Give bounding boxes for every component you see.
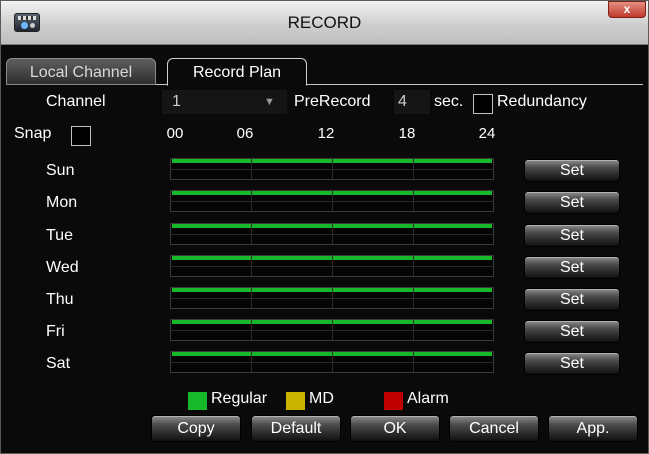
day-label-fri: Fri <box>46 323 65 340</box>
snap-checkbox[interactable] <box>71 126 91 146</box>
day-label-mon: Mon <box>46 194 78 211</box>
tab-local-channel[interactable]: Local Channel <box>6 58 156 85</box>
copy-button[interactable]: Copy <box>151 415 241 442</box>
redundancy-checkbox[interactable] <box>473 94 493 114</box>
timeline-tick: 06 <box>236 125 254 142</box>
channel-value: 1 <box>172 93 181 110</box>
channel-select[interactable]: 1 ▼ <box>162 90 287 114</box>
day-label-sat: Sat <box>46 355 71 372</box>
schedule-bar-sun[interactable] <box>170 158 494 180</box>
apply-button[interactable]: App. <box>548 415 638 442</box>
set-button-thu[interactable]: Set <box>524 288 620 311</box>
ok-button[interactable]: OK <box>350 415 440 442</box>
snap-label: Snap <box>14 125 52 142</box>
day-label-tue: Tue <box>46 227 73 244</box>
prerecord-label: PreRecord <box>294 93 371 110</box>
channel-label: Channel <box>46 93 106 110</box>
chevron-down-icon: ▼ <box>264 96 275 108</box>
set-button-sat[interactable]: Set <box>524 352 620 375</box>
prerecord-value: 4 <box>398 93 407 110</box>
prerecord-input[interactable]: 4 <box>394 90 430 114</box>
timeline-tick: 18 <box>398 125 416 142</box>
redundancy-label: Redundancy <box>497 93 587 110</box>
alarm-swatch <box>384 392 403 410</box>
set-button-sun[interactable]: Set <box>524 159 620 182</box>
prerecord-unit: sec. <box>434 93 464 110</box>
legend-md-label: MD <box>309 390 334 407</box>
timeline-tick: 00 <box>166 125 184 142</box>
schedule-bar-fri[interactable] <box>170 319 494 341</box>
schedule-bar-mon[interactable] <box>170 190 494 212</box>
default-button[interactable]: Default <box>251 415 341 442</box>
title-bar: RECORD x <box>1 1 648 45</box>
timeline-tick: 24 <box>478 125 496 142</box>
day-label-thu: Thu <box>46 291 74 308</box>
schedule-bar-sat[interactable] <box>170 351 494 373</box>
day-label-sun: Sun <box>46 162 75 179</box>
window-title: RECORD <box>287 13 362 32</box>
set-button-wed[interactable]: Set <box>524 256 620 279</box>
legend-alarm-label: Alarm <box>407 390 449 407</box>
regular-swatch <box>188 392 207 410</box>
cancel-button[interactable]: Cancel <box>449 415 539 442</box>
timeline-tick: 12 <box>317 125 335 142</box>
schedule-bar-thu[interactable] <box>170 287 494 309</box>
day-label-wed: Wed <box>46 259 79 276</box>
set-button-tue[interactable]: Set <box>524 224 620 247</box>
legend-regular-label: Regular <box>211 390 268 407</box>
schedule-bar-wed[interactable] <box>170 255 494 277</box>
schedule-bar-tue[interactable] <box>170 223 494 245</box>
record-dialog: RECORD x Local Channel Record Plan Chann… <box>0 0 649 454</box>
set-button-fri[interactable]: Set <box>524 320 620 343</box>
close-button[interactable]: x <box>608 1 646 18</box>
md-swatch <box>286 392 305 410</box>
tab-record-plan[interactable]: Record Plan <box>167 58 307 86</box>
set-button-mon[interactable]: Set <box>524 191 620 214</box>
